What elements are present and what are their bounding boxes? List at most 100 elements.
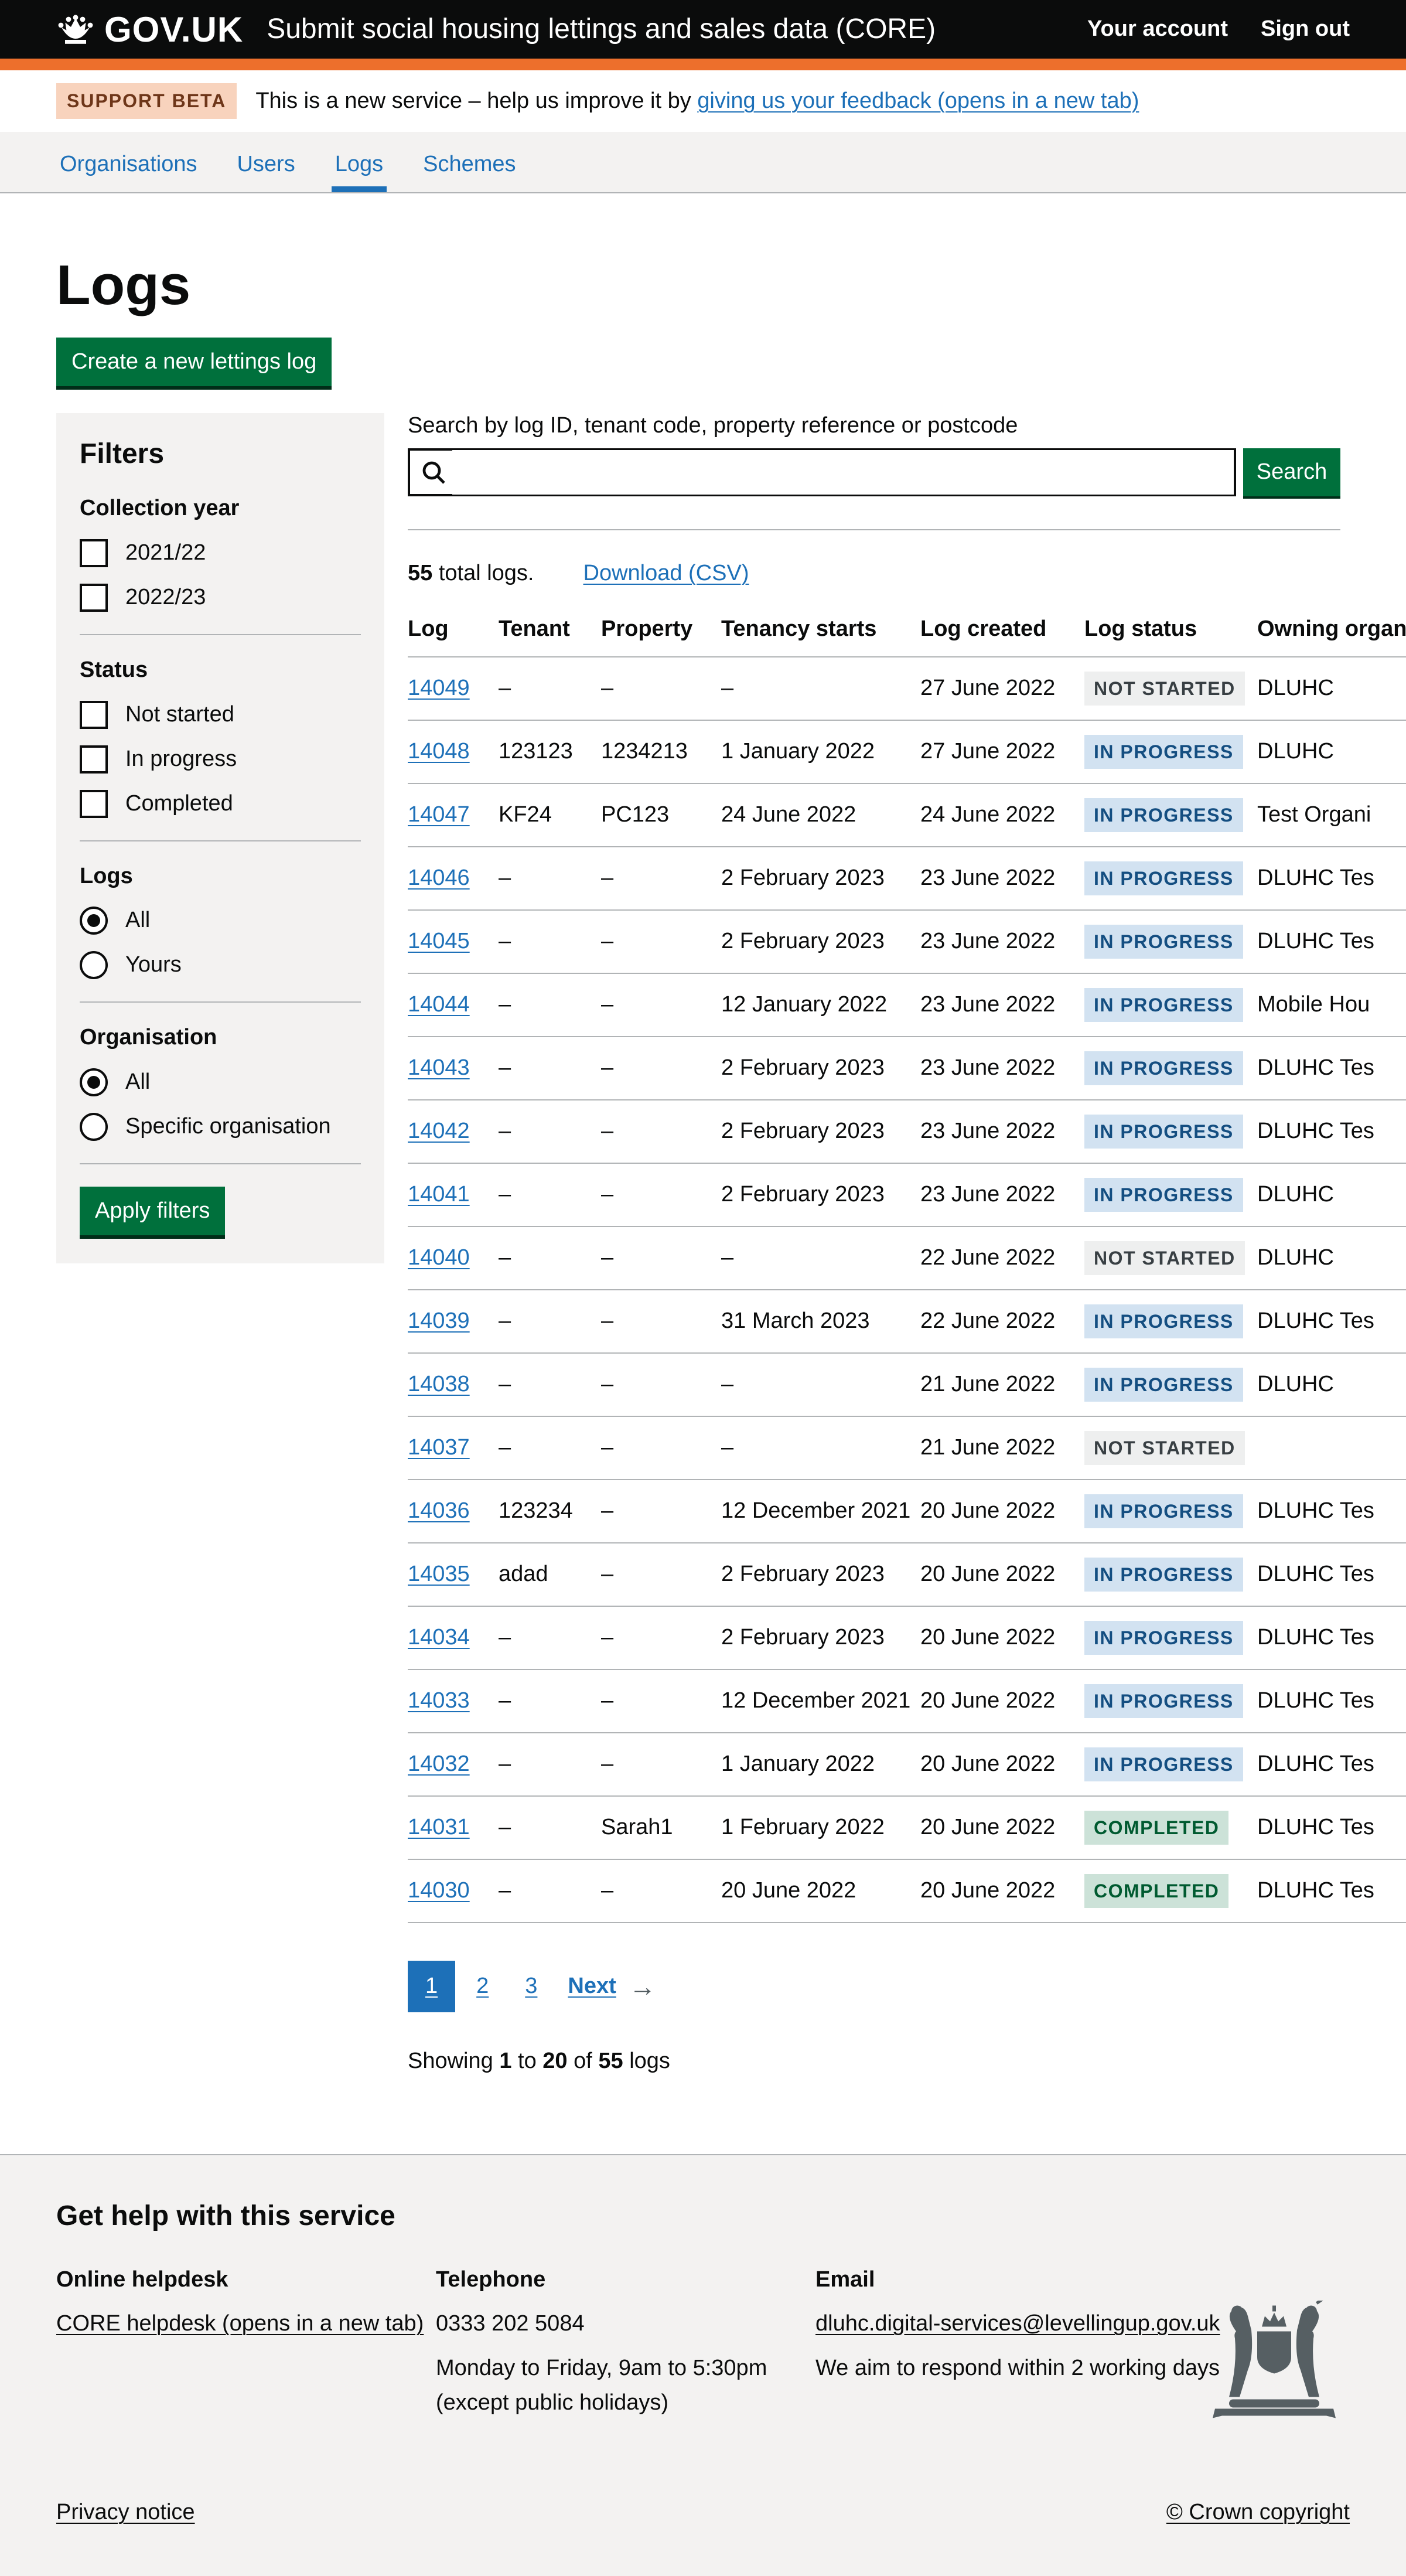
nav-item-organisations[interactable]: Organisations: [56, 152, 200, 193]
status-badge: IN PROGRESS: [1084, 1115, 1243, 1149]
option-label: All: [125, 1069, 150, 1095]
cell-log-status: IN PROGRESS: [1084, 1480, 1257, 1543]
log-id-link[interactable]: 14040: [408, 1245, 470, 1270]
nav-item-schemes[interactable]: Schemes: [419, 152, 519, 193]
pagination-next-link[interactable]: Next: [568, 1974, 616, 1999]
search-button[interactable]: Search: [1243, 448, 1340, 496]
cell-tenancy-starts: 1 January 2022: [721, 720, 920, 783]
col-tenancy-starts: Tenancy starts: [721, 616, 920, 657]
log-id-link[interactable]: 14033: [408, 1688, 470, 1713]
checkbox-in-progress[interactable]: [80, 745, 108, 774]
nav-item-logs[interactable]: Logs: [332, 152, 387, 193]
log-id-link[interactable]: 14030: [408, 1878, 470, 1903]
email-link[interactable]: dluhc.digital-services@levellingup.gov.u…: [815, 2311, 1220, 2336]
cell-log-status: IN PROGRESS: [1084, 1543, 1257, 1606]
log-id-link[interactable]: 14034: [408, 1625, 470, 1650]
crown-copyright-link[interactable]: © Crown copyright: [1166, 2500, 1350, 2526]
core-helpdesk-link[interactable]: CORE helpdesk (opens in a new tab): [56, 2311, 424, 2336]
showing-mid: to: [511, 2049, 542, 2073]
checkbox-2021-22[interactable]: [80, 539, 108, 567]
checkbox-completed[interactable]: [80, 790, 108, 818]
cell-property: –: [601, 1226, 721, 1290]
cell-tenancy-starts: 24 June 2022: [721, 783, 920, 847]
cell-property: –: [601, 657, 721, 720]
filter-group-collection-year: Collection year2021/222022/23: [80, 496, 361, 612]
log-id-link[interactable]: 14041: [408, 1182, 470, 1207]
status-badge: IN PROGRESS: [1084, 1747, 1243, 1781]
log-id-link[interactable]: 14035: [408, 1562, 470, 1586]
cell-log-id: 14042: [408, 1100, 499, 1163]
status-badge: IN PROGRESS: [1084, 1304, 1243, 1338]
log-id-link[interactable]: 14045: [408, 929, 470, 953]
log-id-link[interactable]: 14047: [408, 802, 470, 827]
radio-specific-organisation[interactable]: [80, 1113, 108, 1141]
cell-tenant: –: [499, 1416, 601, 1480]
filter-group-status: StatusNot startedIn progressCompleted: [80, 657, 361, 818]
log-id-link[interactable]: 14037: [408, 1435, 470, 1460]
sign-out-link[interactable]: Sign out: [1261, 16, 1350, 42]
cell-log-status: IN PROGRESS: [1084, 1290, 1257, 1353]
table-row: 14038–––21 June 2022IN PROGRESSDLUHC: [408, 1353, 1406, 1416]
log-id-link[interactable]: 14036: [408, 1498, 470, 1523]
radio-all[interactable]: [80, 1068, 108, 1096]
radio-yours[interactable]: [80, 951, 108, 979]
filter-group-organisation: OrganisationAllSpecific organisation: [80, 1025, 361, 1141]
cell-property: PC123: [601, 783, 721, 847]
log-id-link[interactable]: 14032: [408, 1752, 470, 1776]
crown-icon: [56, 13, 95, 45]
apply-filters-button[interactable]: Apply filters: [80, 1187, 225, 1235]
log-id-link[interactable]: 14044: [408, 992, 470, 1017]
log-id-link[interactable]: 14049: [408, 676, 470, 700]
log-id-link[interactable]: 14031: [408, 1815, 470, 1839]
log-id-link[interactable]: 14038: [408, 1372, 470, 1396]
service-name[interactable]: Submit social housing lettings and sales…: [267, 13, 936, 45]
log-id-link[interactable]: 14039: [408, 1309, 470, 1333]
results-column: Search by log ID, tenant code, property …: [408, 413, 1350, 2096]
nav-item-users[interactable]: Users: [233, 152, 298, 193]
col-log: Log: [408, 616, 499, 657]
checkbox-not-started[interactable]: [80, 701, 108, 729]
status-badge: IN PROGRESS: [1084, 735, 1243, 769]
table-row: 14033––12 December 202120 June 2022IN PR…: [408, 1669, 1406, 1733]
divider: [80, 840, 361, 841]
download-csv-link[interactable]: Download (CSV): [583, 561, 749, 587]
option-label: In progress: [125, 747, 237, 772]
log-id-link[interactable]: 14046: [408, 866, 470, 890]
privacy-notice-link[interactable]: Privacy notice: [56, 2500, 195, 2526]
cell-log-status: IN PROGRESS: [1084, 1100, 1257, 1163]
arrow-right-icon: →: [629, 1971, 656, 2002]
cell-log-created: 20 June 2022: [920, 1606, 1084, 1669]
status-badge: IN PROGRESS: [1084, 988, 1243, 1022]
feedback-link[interactable]: giving us your feedback (opens in a new …: [697, 88, 1139, 113]
helpdesk-heading: Online helpdesk: [56, 2267, 436, 2293]
main-content: Logs Create a new lettings log Filters C…: [56, 254, 1350, 2096]
pagination-page-3[interactable]: 3: [510, 1961, 552, 2012]
search-input[interactable]: [452, 450, 1234, 495]
cell-property: –: [601, 1543, 721, 1606]
govuk-logo[interactable]: GOV.UK: [56, 9, 243, 50]
cell-tenant: –: [499, 1733, 601, 1796]
cell-property: –: [601, 973, 721, 1037]
table-row: 14047KF24PC12324 June 202224 June 2022IN…: [408, 783, 1406, 847]
cell-tenant: –: [499, 1669, 601, 1733]
cell-owning-organisation: DLUHC Tes: [1257, 1480, 1406, 1543]
create-lettings-log-button[interactable]: Create a new lettings log: [56, 338, 332, 386]
showing-to: 20: [542, 2049, 567, 2073]
log-id-link[interactable]: 14048: [408, 739, 470, 764]
cell-tenancy-starts: 2 February 2023: [721, 1606, 920, 1669]
checkbox-2022-23[interactable]: [80, 584, 108, 612]
log-id-link[interactable]: 14042: [408, 1119, 470, 1143]
pagination-page-2[interactable]: 2: [461, 1961, 504, 2012]
filter-option: All: [80, 907, 361, 935]
log-id-link[interactable]: 14043: [408, 1055, 470, 1080]
phase-banner-text: This is a new service – help us improve …: [255, 88, 1139, 114]
cell-owning-organisation: [1257, 1416, 1406, 1480]
cell-log-status: IN PROGRESS: [1084, 1733, 1257, 1796]
your-account-link[interactable]: Your account: [1087, 16, 1228, 42]
phase-banner: SUPPORT BETA This is a new service – hel…: [0, 70, 1406, 132]
status-badge: COMPLETED: [1084, 1874, 1228, 1908]
cell-owning-organisation: DLUHC Tes: [1257, 910, 1406, 973]
pagination-page-current[interactable]: 1: [408, 1961, 455, 2012]
radio-all[interactable]: [80, 907, 108, 935]
cell-log-status: IN PROGRESS: [1084, 1353, 1257, 1416]
